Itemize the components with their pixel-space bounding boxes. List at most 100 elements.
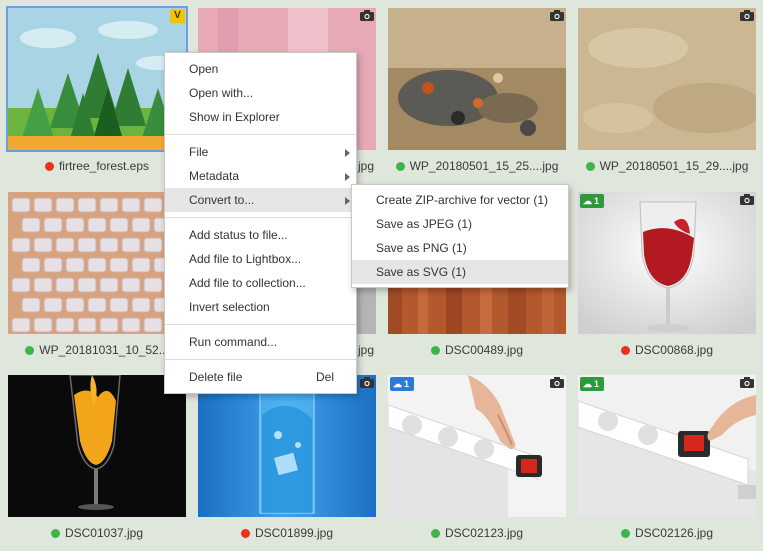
thumbnail-caption: DSC02123.jpg [388, 524, 566, 542]
menu-item-label: File [189, 145, 209, 159]
shortcut-label: Del [315, 370, 334, 384]
thumbnail-firtree-forest[interactable]: V [6, 6, 188, 152]
menu-separator [165, 324, 356, 325]
status-dot-green [50, 528, 60, 538]
filename-label: WP_20180501_15_25....jpg [409, 159, 559, 173]
juice-glass-image [8, 375, 186, 517]
sand-image [578, 8, 756, 150]
thumbnail-power-strip-2[interactable]: ☁ 1 [578, 375, 756, 517]
thumbnail-glass-tiles[interactable] [8, 192, 186, 334]
menu-item-label: Show in Explorer [189, 110, 280, 124]
submenu-item-save-png[interactable]: Save as PNG (1) [352, 236, 568, 260]
thumbnail-orange-juice[interactable] [8, 375, 186, 517]
cloud-upload-icon: ☁ [583, 378, 592, 389]
submenu-item-save-svg[interactable]: Save as SVG (1) [352, 260, 568, 284]
status-dot-green [585, 161, 595, 171]
filename-label: DSC02123.jpg [444, 526, 524, 540]
cloud-badge-count: 1 [404, 379, 410, 389]
menu-item-file[interactable]: File [165, 140, 356, 164]
cloud-upload-icon: ☁ [583, 195, 592, 206]
filename-label: jpg [357, 159, 374, 173]
status-dot-green [430, 528, 440, 538]
menu-item-run-command[interactable]: Run command... [165, 330, 356, 354]
camera-icon [740, 377, 754, 388]
pebbles-image [388, 8, 566, 150]
menu-item-metadata[interactable]: Metadata [165, 164, 356, 188]
menu-item-add-collection[interactable]: Add file to collection... [165, 271, 356, 295]
thumbnail-caption: DSC01037.jpg [8, 524, 186, 542]
submenu-item-create-zip[interactable]: Create ZIP-archive for vector (1) [352, 188, 568, 212]
menu-item-label: Save as PNG (1) [376, 241, 467, 255]
status-dot-red [44, 161, 54, 171]
status-dot-green [430, 345, 440, 355]
cloud-badge: ☁ 1 [580, 194, 605, 208]
camera-icon [550, 377, 564, 388]
menu-item-label: Open with... [189, 86, 254, 100]
submenu-item-save-jpeg[interactable]: Save as JPEG (1) [352, 212, 568, 236]
camera-icon [740, 10, 754, 21]
filename-label: WP_20181031_10_52... [39, 343, 169, 357]
thumbnail-caption: firtree_forest.eps [8, 157, 186, 175]
cloud-badge: ☁ 1 [390, 377, 415, 391]
thumbnail-caption: WP_20180501_15_29....jpg [578, 157, 756, 175]
forest-illustration [8, 8, 186, 150]
tiles-image [8, 192, 186, 334]
power-strip-image [388, 375, 566, 517]
menu-item-delete-file[interactable]: Delete file Del [165, 365, 356, 389]
chevron-right-icon [345, 173, 350, 181]
thumbnail-caption: DSC00489.jpg [388, 341, 566, 359]
status-dot-green [25, 345, 35, 355]
menu-item-label: Invert selection [189, 300, 270, 314]
power-strip-image [578, 375, 756, 517]
menu-item-convert-to[interactable]: Convert to... [165, 188, 356, 212]
filename-label: DSC02126.jpg [634, 526, 714, 540]
water-glass-image [198, 375, 376, 517]
menu-separator [165, 217, 356, 218]
thumbnail-caption: WP_20181031_10_52... [8, 341, 186, 359]
menu-item-label: Save as SVG (1) [376, 265, 467, 279]
thumbnail-blue-water-glass[interactable]: ☁ 1 [198, 375, 376, 517]
filename-label: DSC01037.jpg [64, 526, 144, 540]
menu-item-label: Open [189, 62, 219, 76]
thumbnail-caption: DSC01899.jpg [198, 524, 376, 542]
menu-item-label: Convert to... [189, 193, 255, 207]
status-dot-green [620, 528, 630, 538]
menu-item-label: Save as JPEG (1) [376, 217, 473, 231]
menu-item-label: Add file to Lightbox... [189, 252, 302, 266]
convert-submenu: Create ZIP-archive for vector (1) Save a… [351, 184, 569, 288]
thumbnail-caption: DSC00868.jpg [578, 341, 756, 359]
cloud-badge-count: 1 [594, 196, 600, 206]
status-dot-red [240, 528, 250, 538]
thumbnail-pebbles-water[interactable] [388, 8, 566, 150]
camera-icon [360, 10, 374, 21]
filename-label: WP_20180501_15_29....jpg [599, 159, 749, 173]
vector-badge: V [170, 9, 185, 23]
filename-label: DSC00489.jpg [444, 343, 524, 357]
menu-item-add-lightbox[interactable]: Add file to Lightbox... [165, 247, 356, 271]
menu-item-label: Run command... [189, 335, 278, 349]
thumbnail-red-wine[interactable]: ☁ 1 [578, 192, 756, 334]
menu-item-open-with[interactable]: Open with... [165, 81, 356, 105]
camera-icon [740, 194, 754, 205]
menu-item-label: Delete file [189, 370, 243, 384]
filename-label: jpg [357, 343, 374, 357]
filename-label: firtree_forest.eps [58, 159, 150, 173]
status-dot-red [620, 345, 630, 355]
menu-item-open[interactable]: Open [165, 57, 356, 81]
menu-item-add-status[interactable]: Add status to file... [165, 223, 356, 247]
cloud-badge: ☁ 1 [580, 377, 605, 391]
menu-item-label: Add file to collection... [189, 276, 306, 290]
menu-item-invert-selection[interactable]: Invert selection [165, 295, 356, 319]
menu-item-label: Add status to file... [189, 228, 288, 242]
thumbnail-caption: DSC02126.jpg [578, 524, 756, 542]
wine-glass-image [578, 192, 756, 334]
filename-label: DSC01899.jpg [254, 526, 334, 540]
menu-separator [165, 359, 356, 360]
menu-separator [165, 134, 356, 135]
context-menu: Open Open with... Show in Explorer File … [164, 52, 357, 394]
thumbnail-caption: WP_20180501_15_25....jpg [388, 157, 566, 175]
thumbnail-sand-water[interactable] [578, 8, 756, 150]
menu-item-show-in-explorer[interactable]: Show in Explorer [165, 105, 356, 129]
thumbnail-power-strip-1[interactable]: ☁ 1 [388, 375, 566, 517]
cloud-badge-count: 1 [594, 379, 600, 389]
